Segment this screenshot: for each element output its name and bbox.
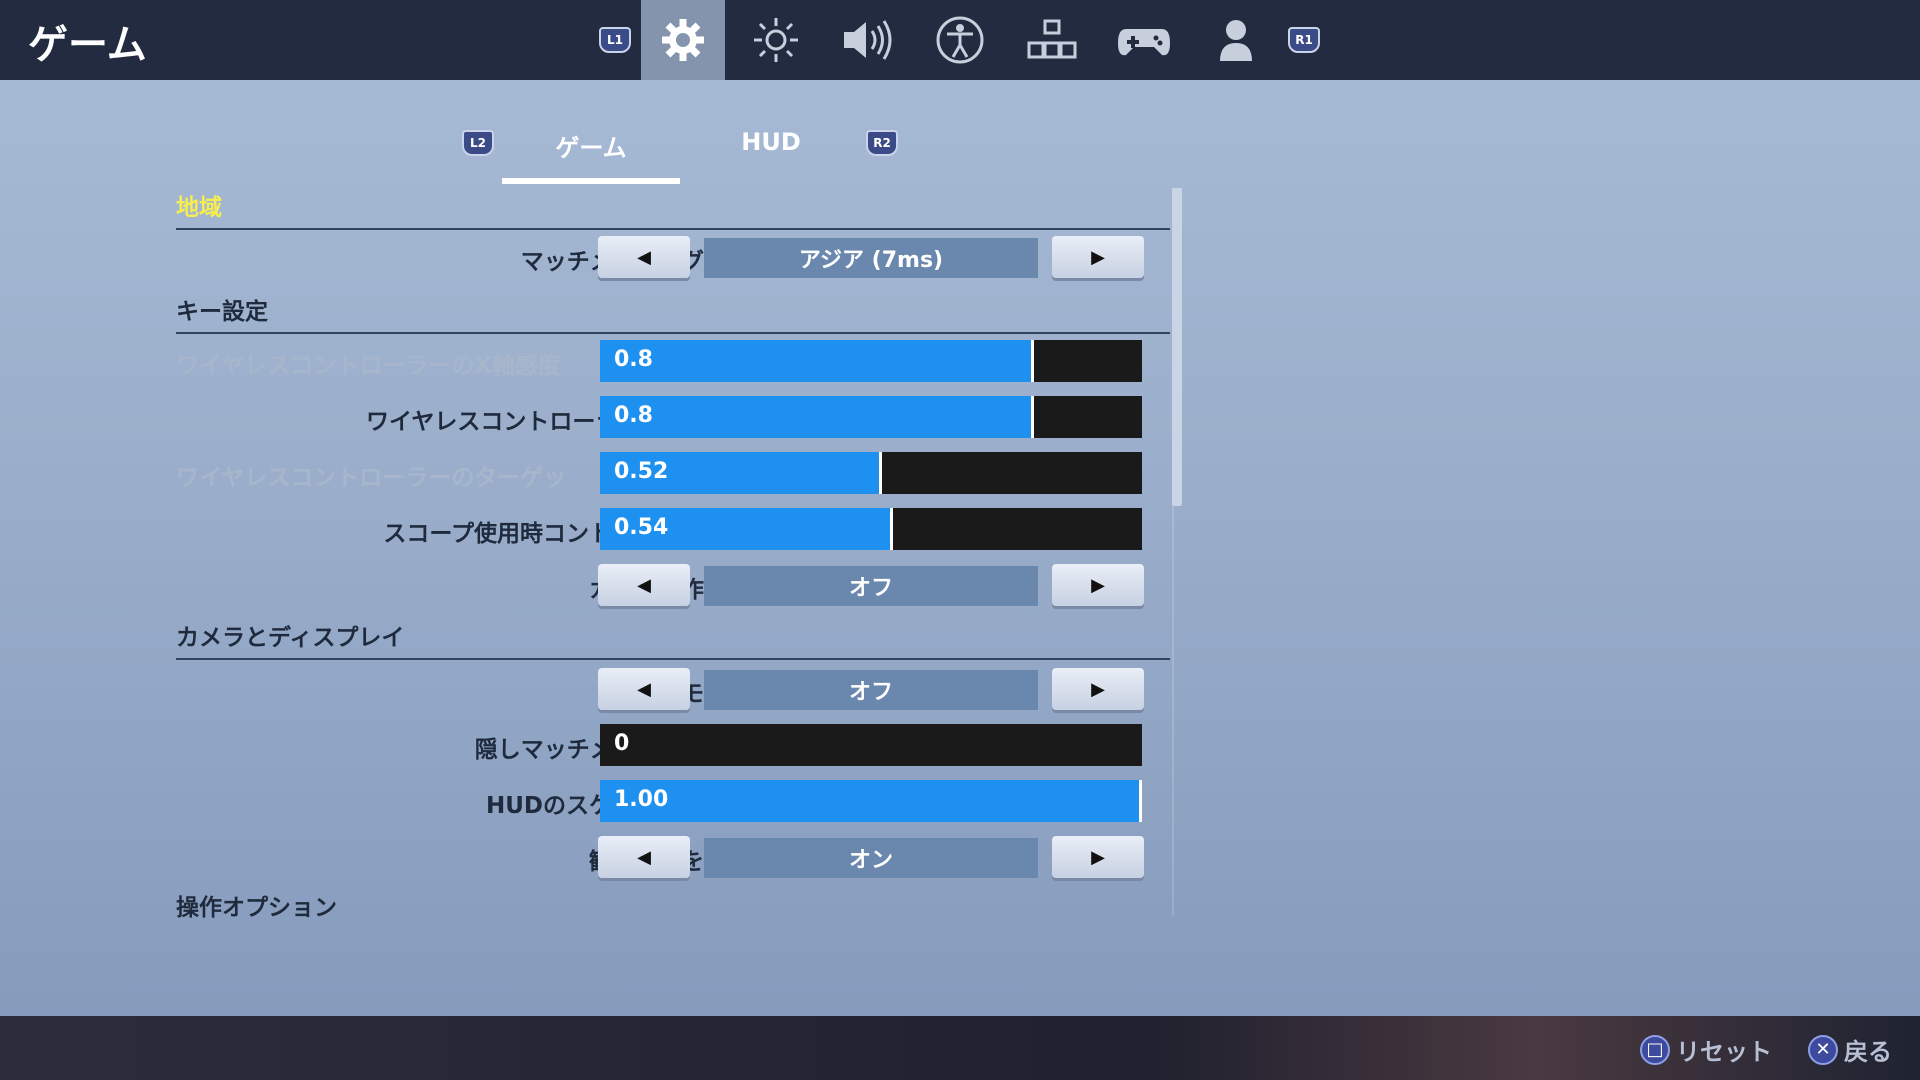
page-title: ゲーム [28, 22, 147, 68]
slider-fill [600, 396, 1034, 438]
setting-y-sensitivity: ワイヤレスコントローラーのY軸感度 0.8 [176, 396, 1176, 440]
setting-scope-sensitivity: スコープ使用時コントローラー感度 0.54 [176, 508, 1176, 552]
arrow-right-button[interactable]: ▶ [1052, 236, 1144, 278]
slider-value: 0.54 [614, 515, 669, 540]
slider-fill [600, 340, 1034, 382]
speaker-icon[interactable] [826, 0, 910, 80]
setting-label: ワイヤレスコントローラーのターゲッ [176, 465, 567, 491]
arrow-left-button[interactable]: ◀ [598, 564, 690, 606]
setting-label: ワイヤレスコントローラーのX軸感度 [176, 353, 562, 379]
setting-streamer-mode: 配信者モード ◀ オフ ▶ [176, 668, 1176, 712]
slider[interactable]: 0 [600, 724, 1142, 766]
l1-label: L1 [599, 27, 631, 53]
arrow-right-button[interactable]: ▶ [1052, 668, 1144, 710]
arrow-left-button[interactable]: ◀ [598, 668, 690, 710]
cross-button-icon: ✕ [1808, 1034, 1838, 1065]
tab-game[interactable]: ゲーム [502, 128, 680, 184]
tab-hud[interactable]: HUD [700, 128, 842, 178]
sub-tab-bar: L2 ゲーム HUD R2 [0, 120, 1920, 184]
r1-button-icon[interactable]: R1 [1262, 0, 1346, 80]
section-control-options: 操作オプション [176, 895, 337, 921]
setting-value: オフ [704, 670, 1038, 710]
square-button-icon: □ [1640, 1034, 1670, 1065]
setting-hidden-delay: 隠しマッチメイキング遅延 0 [176, 724, 1176, 768]
l2-button-icon[interactable]: L2 [462, 130, 494, 156]
slider[interactable]: 0.8 [600, 396, 1142, 438]
r2-button-icon[interactable]: R2 [866, 130, 898, 156]
slider-value: 0.8 [614, 403, 653, 428]
setting-hud-scale: HUDのスケールを設定。 1.00 [176, 780, 1176, 824]
slider-value: 0.8 [614, 347, 653, 372]
slider[interactable]: 0.8 [600, 340, 1142, 382]
bottom-bar: □ リセット ✕ 戻る [0, 1016, 1920, 1080]
accessibility-icon[interactable] [918, 0, 1002, 80]
setting-spectator-count: 観戦者数を表示 ◀ オン ▶ [176, 836, 1176, 880]
slider-value: 1.00 [614, 787, 669, 812]
top-bar: ゲーム L1 R1 [0, 0, 1920, 80]
setting-invert-camera: カメラ操作反転 ◀ オフ ▶ [176, 564, 1176, 608]
scrollbar-thumb[interactable] [1172, 188, 1182, 506]
reset-button[interactable]: □ リセット [1640, 1032, 1772, 1067]
brightness-icon[interactable] [734, 0, 818, 80]
setting-target-sensitivity: ワイヤレスコントローラーのターゲッ 0.52 [176, 452, 1176, 496]
setting-matchmaking-region: マッチメイキング地域 ◀ アジア (7ms) ▶ [176, 236, 1176, 280]
setting-x-sensitivity: ワイヤレスコントローラーのX軸感度 0.8 [176, 340, 1176, 384]
arrow-left-button[interactable]: ◀ [598, 236, 690, 278]
r1-label: R1 [1288, 27, 1320, 53]
arrow-left-button[interactable]: ◀ [598, 836, 690, 878]
slider[interactable]: 1.00 [600, 780, 1142, 822]
gear-icon[interactable] [641, 0, 725, 80]
setting-value: アジア (7ms) [704, 238, 1038, 278]
arrow-right-button[interactable]: ▶ [1052, 836, 1144, 878]
setting-value: オン [704, 838, 1038, 878]
section-camera-display: カメラとディスプレイ [176, 618, 1170, 660]
slider-value: 0 [614, 731, 630, 756]
back-button[interactable]: ✕ 戻る [1808, 1032, 1892, 1067]
section-key-settings: キー設定 [176, 292, 1170, 334]
section-region: 地域 [176, 188, 1170, 230]
slider[interactable]: 0.52 [600, 452, 1142, 494]
slider[interactable]: 0.54 [600, 508, 1142, 550]
slider-value: 0.52 [614, 459, 669, 484]
setting-value: オフ [704, 566, 1038, 606]
gamepad-icon[interactable] [1102, 0, 1186, 80]
input-icon[interactable] [1010, 0, 1094, 80]
arrow-right-button[interactable]: ▶ [1052, 564, 1144, 606]
reset-label: リセット [1676, 1038, 1772, 1066]
slider-fill [600, 780, 1142, 822]
back-label: 戻る [1844, 1038, 1892, 1066]
